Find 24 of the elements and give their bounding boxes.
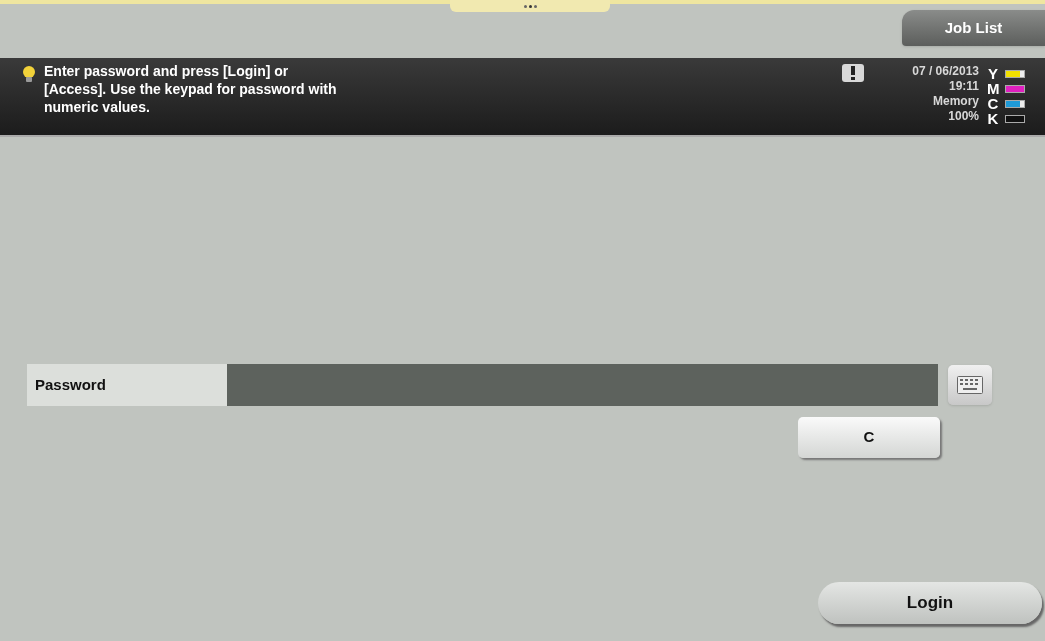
password-label: Password: [27, 364, 227, 406]
message-text: Enter password and press [Login] or [Access]. Use the keypad for password with numeric values.: [44, 62, 338, 116]
memory-value: 100%: [948, 109, 979, 124]
job-list-button[interactable]: Job List: [902, 10, 1045, 46]
light-bulb-icon: [20, 65, 38, 83]
keyboard-icon: [957, 376, 983, 394]
dots-icon: [523, 4, 537, 8]
handle-tab[interactable]: [450, 0, 610, 12]
warning-icon: [842, 64, 865, 82]
toner-letter: K: [987, 111, 999, 126]
toner-letter: Y: [987, 66, 999, 81]
toner-gauge: [1005, 84, 1025, 93]
toner-gauge: [1005, 114, 1025, 123]
login-button[interactable]: Login: [818, 582, 1042, 624]
date-text: 07 / 06/2013: [912, 64, 979, 79]
time-text: 19:11: [948, 79, 979, 94]
clear-button[interactable]: C: [798, 417, 940, 458]
memory-label: Memory: [933, 94, 979, 109]
toner-gauge: [1005, 69, 1025, 78]
toner-letter: M: [987, 81, 999, 96]
toner-letter: C: [987, 96, 999, 111]
toner-gauge: [1005, 99, 1025, 108]
password-field[interactable]: [227, 364, 938, 406]
keyboard-button[interactable]: [948, 365, 992, 405]
